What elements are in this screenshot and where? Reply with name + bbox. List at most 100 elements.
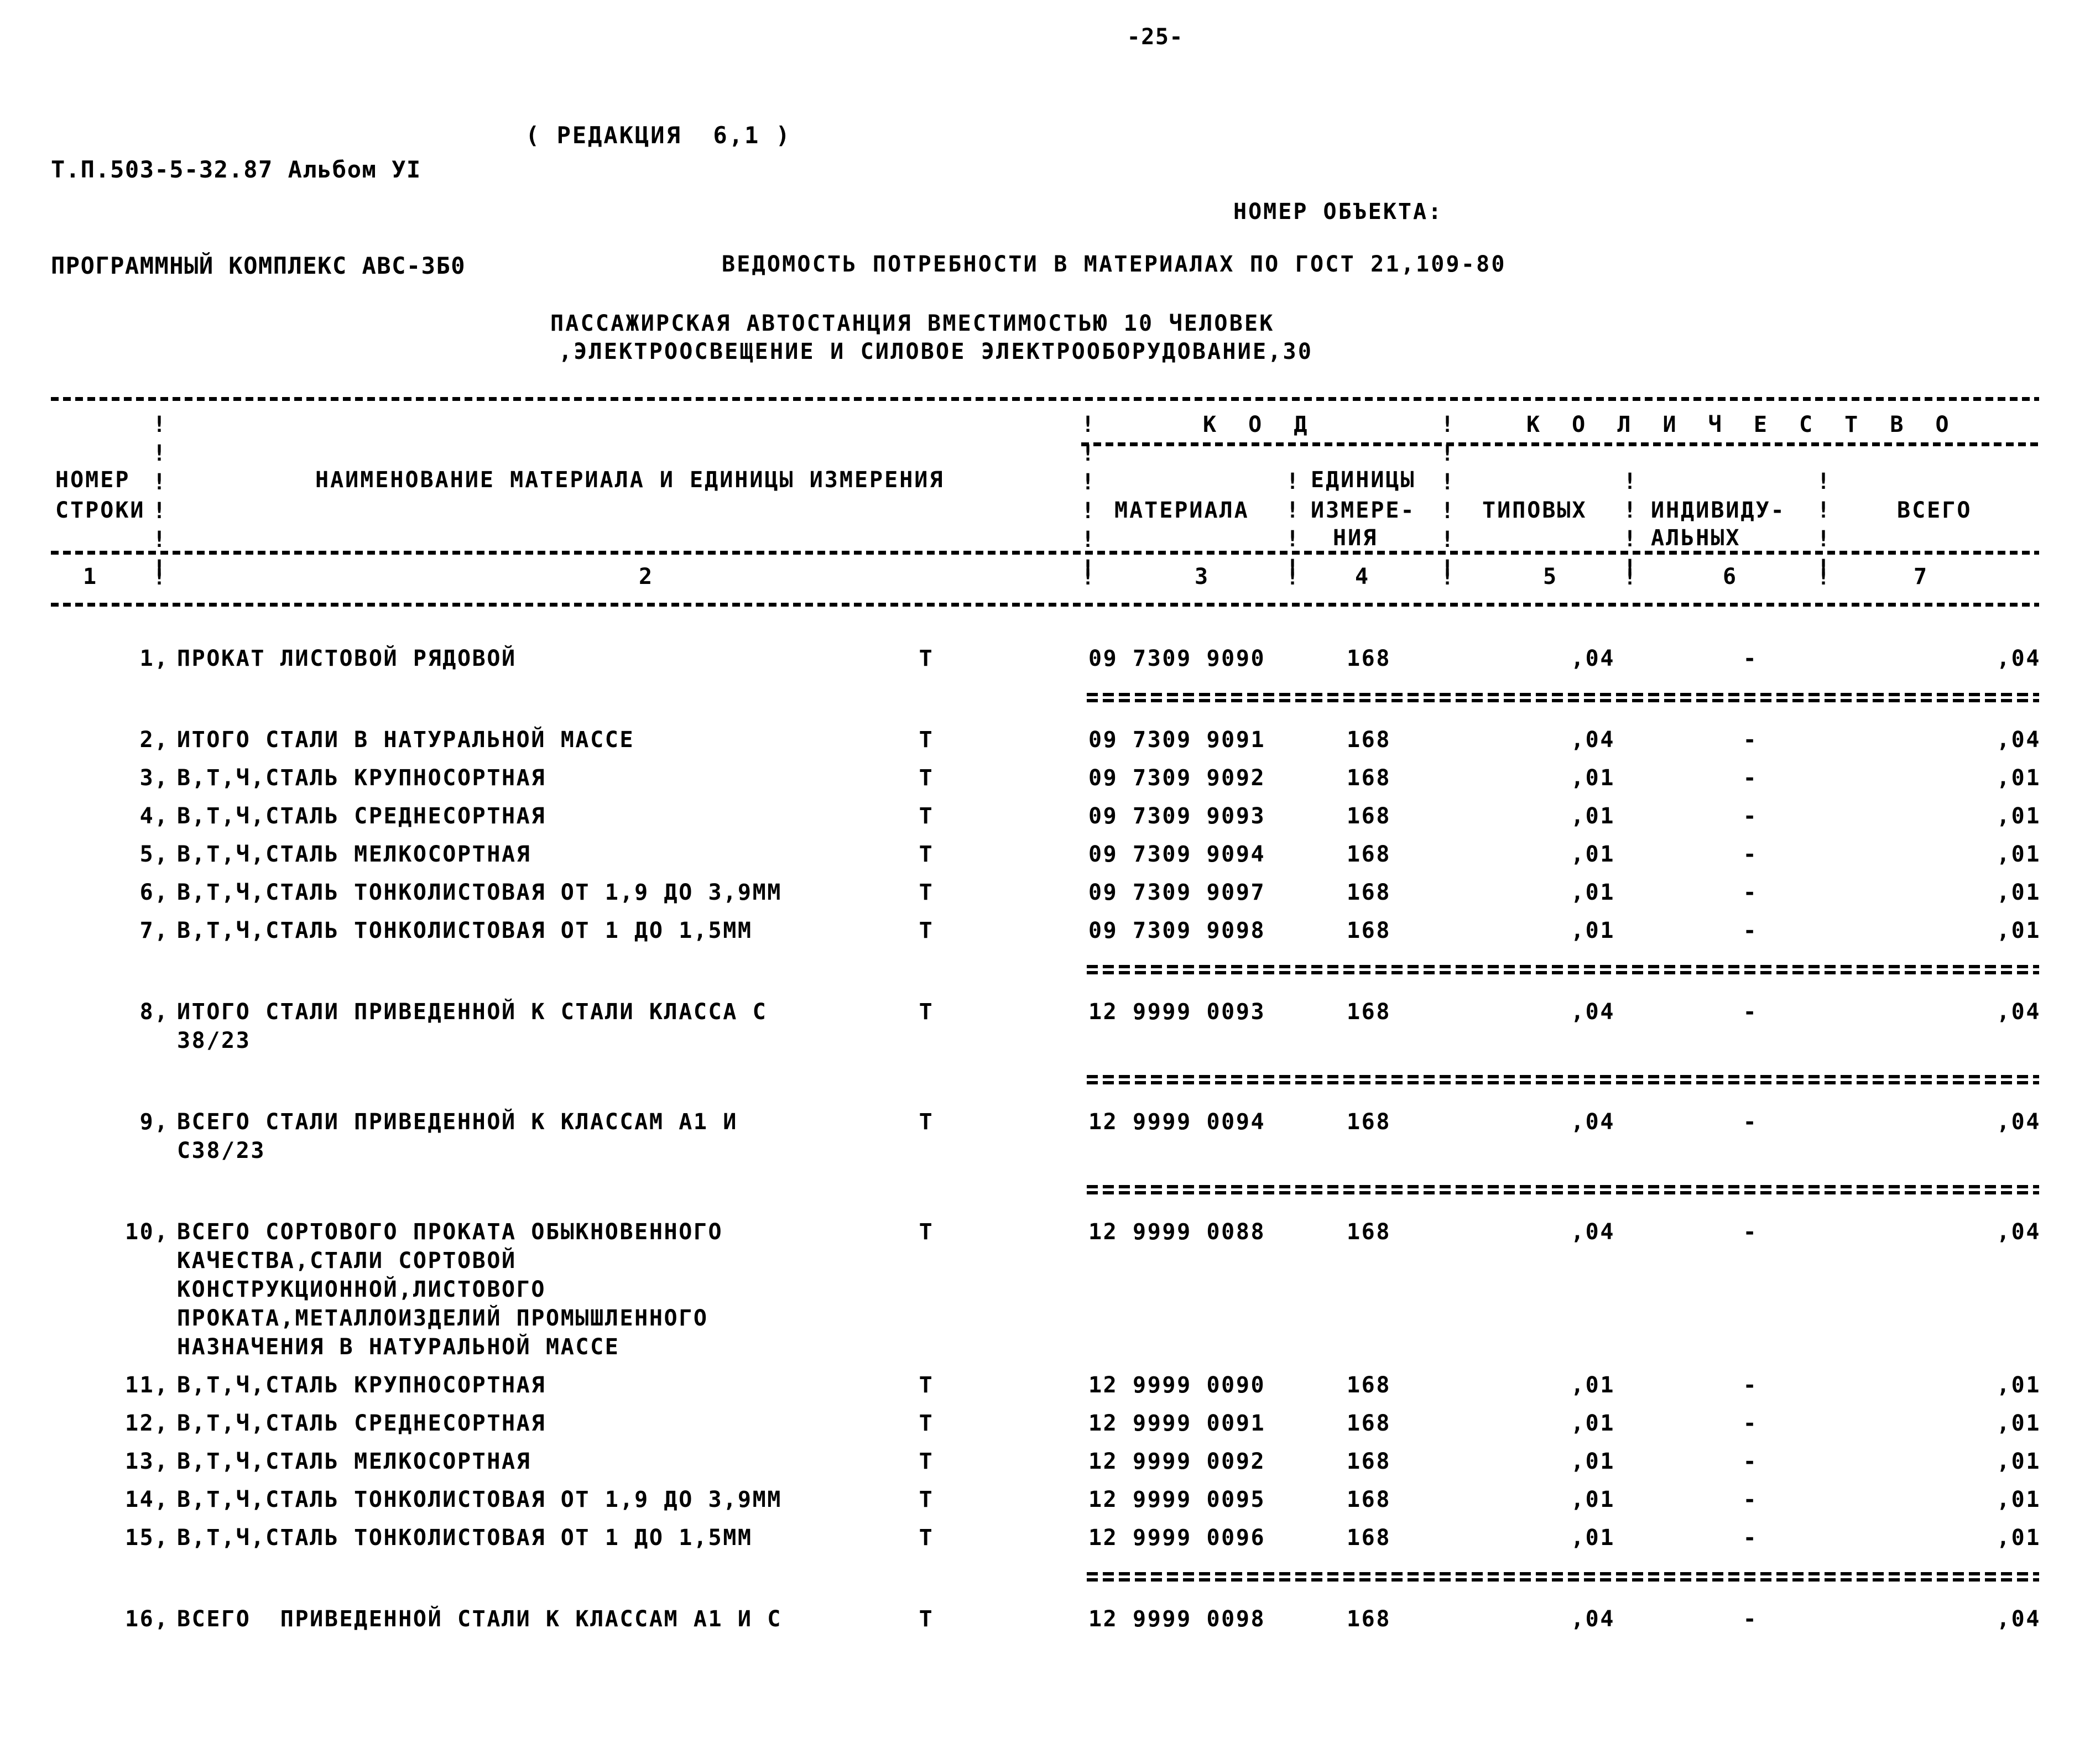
table-row: 7, В,Т,Ч,СТАЛЬ ТОНКОЛИСТОВАЯ ОТ 1 ДО 1,5М… [0,918,2090,947]
column-header-row-number-line2: СТРОКИ [55,498,145,523]
column-header-unit-line3: НИЯ [1333,525,1378,551]
colnum-separator-4: ! [1441,565,1455,590]
quantity-typical-cell: ,01 [1570,880,1615,905]
quantity-individual-cell: - [1743,999,1758,1025]
unit-cell: Т [919,1109,934,1135]
row-number-cell: 4, [139,803,169,829]
column-header-unit-line2: ИЗМЕРЕ- [1311,498,1416,523]
group-header-code: К О Д [1203,412,1317,437]
unit-cell: Т [919,646,934,671]
table-row: 12, В,Т,Ч,СТАЛЬ СРЕДНЕСОРТНАЯ Т 12 9999 009… [0,1411,2090,1439]
unit-cell: Т [919,1219,934,1245]
material-code-cell: 09 7309 9091 [1088,727,1266,753]
unit-cell: Т [919,765,934,791]
material-name-cell: ИТОГО СТАЛИ В НАТУРАЛЬНОЙ МАССЕ [177,727,635,753]
unit-code-cell: 168 [1346,1219,1391,1245]
quantity-total-cell: ,01 [1996,1525,2041,1551]
quantity-total-cell: ,04 [1996,646,2041,671]
material-name-cell: В,Т,Ч,СТАЛЬ ТОНКОЛИСТОВАЯ ОТ 1,9 ДО 3,9М… [177,880,782,905]
material-code-cell: 09 7309 9090 [1088,646,1266,671]
header-vertical-separator-4: ! ! ! ! ! ! [1441,412,1455,581]
column-number-4: 4 [1355,564,1369,589]
row-number-cell: 10, [124,1219,169,1245]
quantity-individual-cell: - [1743,646,1758,671]
quantity-individual-cell: - [1743,880,1758,905]
column-header-unit-line1: ЕДИНИЦЫ [1311,467,1416,493]
row-number-cell: 11, [124,1372,169,1398]
material-name-cell: ВСЕГО СОРТОВОГО ПРОКАТА ОБЫКНОВЕННОГО [177,1219,723,1245]
column-header-qty-individual-line2: АЛЬНЫХ [1651,525,1741,551]
material-name-cell: В,Т,Ч,СТАЛЬ КРУПНОСОРТНАЯ [177,1372,546,1398]
unit-code-cell: 168 [1346,999,1391,1025]
quantity-individual-cell: - [1743,1411,1758,1436]
table-row: 3, В,Т,Ч,СТАЛЬ КРУПНОСОРТНАЯ Т 09 7309 9092… [0,765,2090,794]
column-number-6: 6 [1723,564,1737,589]
quantity-total-cell: ,04 [1996,1606,2041,1632]
material-name-continuation: С38/23 [177,1138,266,1163]
material-name-cell: ИТОГО СТАЛИ ПРИВЕДЕННОЙ К СТАЛИ КЛАССА С [177,999,768,1025]
table-top-rule [51,397,2039,403]
unit-code-cell: 168 [1346,1109,1391,1135]
table-row: 1, ПРОКАТ ЛИСТОВОЙ РЯДОВОЙ Т 09 7309 9090 16… [0,646,2090,675]
material-name-cell: В,Т,Ч,СТАЛЬ МЕЛКОСОРТНАЯ [177,842,531,867]
material-name-cell: В,Т,Ч,СТАЛЬ ТОНКОЛИСТОВАЯ ОТ 1,9 ДО 3,9М… [177,1487,782,1512]
table-row: 14, В,Т,Ч,СТАЛЬ ТОНКОЛИСТОВАЯ ОТ 1,9 ДО 3… [0,1487,2090,1516]
quantity-individual-cell: - [1743,765,1758,791]
material-code-cell: 12 9999 0091 [1088,1411,1266,1436]
table-row: 4, В,Т,Ч,СТАЛЬ СРЕДНЕСОРТНАЯ Т 09 7309 9093… [0,803,2090,832]
column-number-3: 3 [1195,564,1209,589]
material-name-cell: В,Т,Ч,СТАЛЬ СРЕДНЕСОРТНАЯ [177,803,546,829]
table-row: 16, ВСЕГО ПРИВЕДЕННОЙ СТАЛИ К КЛАССАМ А1 … [0,1606,2090,1635]
unit-code-cell: 168 [1346,918,1391,943]
material-name-continuation: КОНСТРУКЦИОННОЙ,ЛИСТОВОГО [177,1277,546,1302]
document-subtitle-line-1: ПАССАЖИРСКАЯ АВТОСТАНЦИЯ ВМЕСТИМОСТЬЮ 10… [550,311,1275,336]
quantity-typical-cell: ,01 [1570,1487,1615,1512]
row-number-cell: 6, [139,880,169,905]
row-number-cell: 8, [139,999,169,1025]
column-number-2: 2 [639,564,653,589]
quantity-individual-cell: - [1743,1219,1758,1245]
quantity-individual-cell: - [1743,1487,1758,1512]
table-row: 13, В,Т,Ч,СТАЛЬ МЕЛКОСОРТНАЯ Т 12 9999 0092… [0,1449,2090,1478]
quantity-total-cell: ,01 [1996,918,2041,943]
unit-cell: Т [919,1487,934,1512]
unit-code-cell: 168 [1346,1525,1391,1551]
material-code-cell: 12 9999 0092 [1088,1449,1266,1474]
quantity-typical-cell: ,04 [1570,1219,1615,1245]
quantity-typical-cell: ,04 [1570,1606,1615,1632]
unit-cell: Т [919,1411,934,1436]
unit-cell: Т [919,1449,934,1474]
row-number-cell: 16, [124,1606,169,1632]
unit-code-cell: 168 [1346,646,1391,671]
unit-cell: Т [919,803,934,829]
column-header-qty-total: ВСЕГО [1897,498,1972,523]
document-id-block: Т.П.503-5-32.87 Альбом УI ПРОГРАММНЫЙ КО… [51,90,466,346]
quantity-typical-cell: ,04 [1570,646,1615,671]
unit-code-cell: 168 [1346,1449,1391,1474]
colnum-separator-5: ! [1623,565,1637,590]
quantity-typical-cell: ,01 [1570,765,1615,791]
material-name-continuation: НАЗНАЧЕНИЯ В НАТУРАЛЬНОЙ МАССЕ [177,1334,620,1360]
unit-cell: Т [919,999,934,1025]
table-row: 9, ВСЕГО СТАЛИ ПРИВЕДЕННОЙ К КЛАССАМ А1 И… [0,1109,2090,1138]
quantity-individual-cell: - [1743,1109,1758,1135]
quantity-typical-cell: ,01 [1570,1449,1615,1474]
quantity-individual-cell: - [1743,1606,1758,1632]
quantity-individual-cell: - [1743,842,1758,867]
material-name-cell: В,Т,Ч,СТАЛЬ ТОНКОЛИСТОВАЯ ОТ 1 ДО 1,5ММ [177,918,753,943]
quantity-typical-cell: ,01 [1570,842,1615,867]
unit-cell: Т [919,918,934,943]
table-header-bottom-rule [51,551,2039,556]
table-row: 8, ИТОГО СТАЛИ ПРИВЕДЕННОЙ К СТАЛИ КЛАССА… [0,999,2090,1028]
group-header-quantity: К О Л И Ч Е С Т В О [1526,412,1958,437]
document-id-line-1: Т.П.503-5-32.87 Альбом УI [51,156,421,183]
column-header-qty-typical: ТИПОВЫХ [1482,498,1587,523]
row-number-cell: 5, [139,842,169,867]
quantity-total-cell: ,04 [1996,727,2041,753]
column-header-material-name: НАИМЕНОВАНИЕ МАТЕРИАЛА И ЕДИНИЦЫ ИЗМЕРЕН… [315,467,945,493]
colnum-separator-6: ! [1817,565,1831,590]
quantity-typical-cell: ,01 [1570,803,1615,829]
unit-cell: Т [919,1372,934,1398]
column-header-row-number-line1: НОМЕР [55,467,131,493]
column-header-code-material: МАТЕРИАЛА [1114,498,1249,523]
